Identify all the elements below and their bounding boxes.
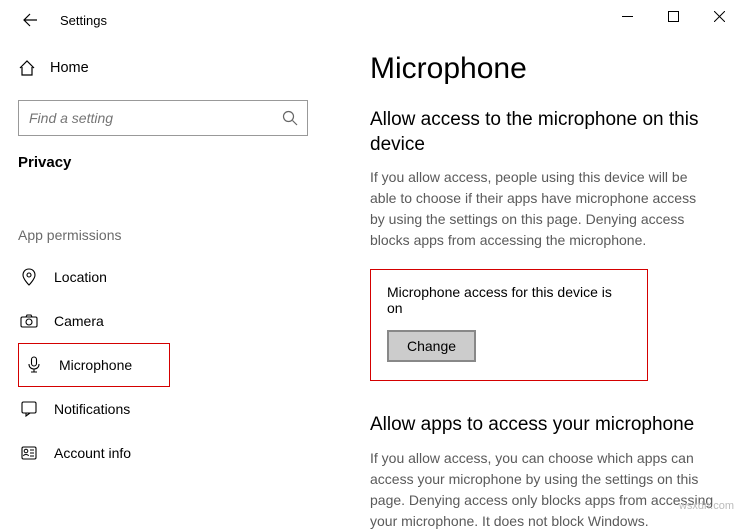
section-heading: Allow apps to access your microphone — [370, 413, 714, 438]
sidebar-item-account-info[interactable]: Account info — [18, 431, 330, 475]
minimize-button[interactable] — [604, 0, 650, 32]
section-heading: Allow access to the microphone on this d… — [370, 108, 714, 157]
maximize-icon — [668, 11, 679, 22]
sidebar-item-location[interactable]: Location — [18, 255, 330, 299]
microphone-icon — [25, 356, 43, 374]
status-text: Microphone access for this device is on — [387, 284, 631, 316]
sidebar-section-header: App permissions — [18, 227, 330, 243]
maximize-button[interactable] — [650, 0, 696, 32]
sidebar-nav-list: Location Camera Microphone Notifications — [18, 255, 330, 475]
search-input[interactable] — [18, 100, 308, 136]
sidebar-item-camera[interactable]: Camera — [18, 299, 330, 343]
minimize-icon — [622, 11, 633, 22]
camera-icon — [20, 314, 38, 328]
search-wrap — [18, 100, 308, 136]
change-button[interactable]: Change — [387, 330, 476, 362]
arrow-left-icon — [22, 12, 38, 28]
sidebar-item-label: Camera — [54, 313, 104, 329]
sidebar-item-label: Location — [54, 269, 107, 285]
content-pane: Microphone Allow access to the microphon… — [330, 40, 742, 516]
close-icon — [714, 11, 725, 22]
sidebar-item-label: Account info — [54, 445, 131, 461]
home-icon — [18, 59, 36, 77]
sidebar-item-notifications[interactable]: Notifications — [18, 387, 330, 431]
back-button[interactable] — [18, 8, 42, 32]
home-label: Home — [50, 60, 89, 76]
category-label: Privacy — [18, 154, 330, 171]
close-button[interactable] — [696, 0, 742, 32]
account-info-icon — [20, 446, 38, 460]
window-controls — [604, 0, 742, 32]
sidebar-item-label: Notifications — [54, 401, 130, 417]
section-body: If you allow access, people using this d… — [370, 167, 714, 251]
section-body: If you allow access, you can choose whic… — [370, 448, 714, 532]
location-icon — [20, 268, 38, 286]
sidebar-item-microphone[interactable]: Microphone — [18, 343, 170, 387]
notifications-icon — [20, 401, 38, 417]
page-title: Microphone — [370, 52, 714, 86]
watermark: wsxdn.com — [679, 500, 734, 512]
sidebar: Home Privacy App permissions Location Ca… — [0, 40, 330, 516]
home-nav[interactable]: Home — [18, 48, 330, 88]
sidebar-item-label: Microphone — [59, 357, 132, 373]
device-access-box: Microphone access for this device is on … — [370, 269, 648, 381]
window-title: Settings — [60, 13, 107, 28]
